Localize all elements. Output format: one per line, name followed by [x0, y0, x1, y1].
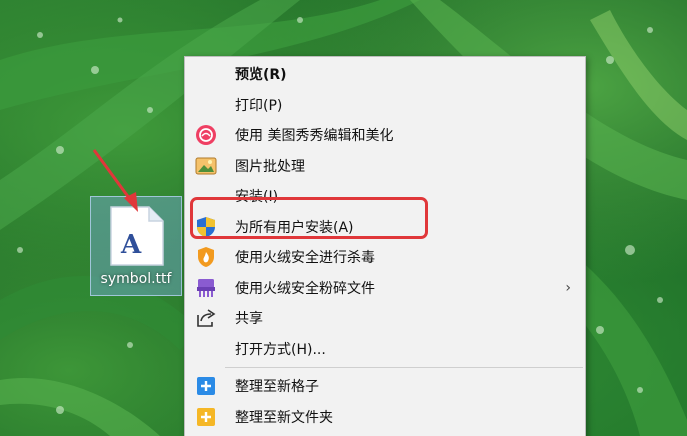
menu-item-label: 整理至新文件夹 [235, 409, 333, 426]
menu-item-huorong-scan[interactable]: 使用火绒安全进行杀毒 [185, 242, 585, 273]
svg-text:A: A [120, 230, 142, 260]
menu-item-share[interactable]: 共享 [185, 303, 585, 334]
menu-item-label: 打开方式(H)... [235, 341, 326, 358]
fences-folder-icon [197, 407, 215, 426]
fences-grid-icon [197, 377, 215, 396]
menu-item-label: 使用 美图秀秀编辑和美化 [235, 128, 394, 145]
huorong-shredder-icon [197, 278, 215, 297]
menu-item-label: 共享 [235, 311, 263, 328]
menu-item-label: 打印(P) [235, 97, 283, 114]
menu-item-label: 预览(R) [235, 67, 287, 84]
menu-item-open-with[interactable]: 打开方式(H)... [185, 334, 585, 365]
menu-item-fences-grid[interactable]: 整理至新格子 [185, 371, 585, 402]
menu-item-fences-folder[interactable]: 整理至新文件夹 [185, 402, 585, 433]
submenu-arrow-icon: › [565, 279, 571, 296]
huorong-antivirus-icon [198, 247, 214, 268]
menu-item-label: 使用火绒安全进行杀毒 [235, 250, 375, 267]
share-icon [197, 309, 216, 328]
menu-item-label: 整理至新格子 [235, 379, 319, 396]
annotation-highlight-box [190, 197, 428, 239]
menu-separator [225, 367, 583, 368]
meitu-icon [196, 125, 216, 146]
menu-item-label: 图片批处理 [235, 158, 305, 175]
menu-item-print[interactable]: 打印(P) [185, 90, 585, 121]
menu-item-preview[interactable]: 预览(R) [185, 59, 585, 90]
context-menu: 预览(R) 打印(P) 使用 美图秀秀编辑和美化 图片批处理 安装(I) 为所有… [184, 56, 586, 436]
image-batch-icon [195, 157, 217, 175]
annotation-arrow [92, 149, 138, 212]
menu-item-meitu-edit[interactable]: 使用 美图秀秀编辑和美化 [185, 120, 585, 151]
menu-item-huorong-shred[interactable]: 使用火绒安全粉碎文件 › [185, 273, 585, 304]
menu-item-image-batch[interactable]: 图片批处理 [185, 151, 585, 182]
menu-item-label: 使用火绒安全粉碎文件 [235, 280, 375, 297]
file-name-label: symbol.ttf [100, 271, 172, 287]
